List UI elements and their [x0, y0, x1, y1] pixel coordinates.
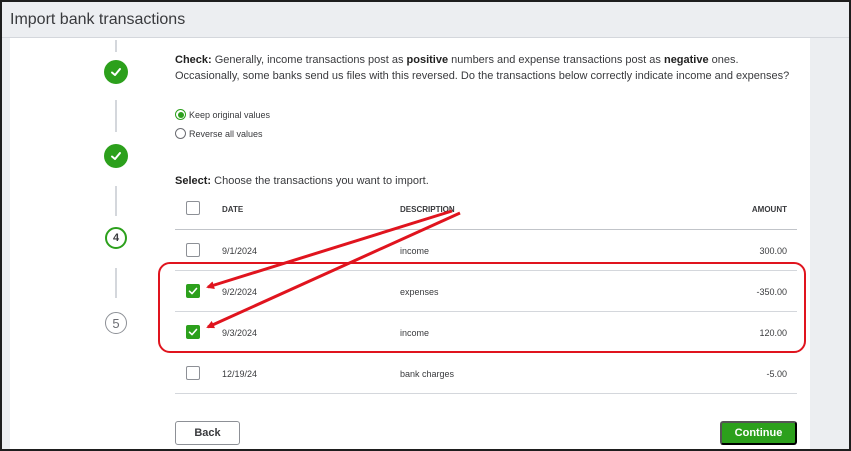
stepper-line [115, 40, 117, 52]
column-header-date: DATE [222, 205, 244, 214]
negative-word: negative [663, 54, 709, 66]
radio-reverse-values[interactable]: Reverse all values [175, 128, 263, 139]
stepper-line [115, 100, 117, 132]
radio-label: Reverse all values [189, 128, 263, 139]
column-header-amount: AMOUNT [751, 205, 787, 214]
left-margin [2, 38, 10, 449]
radio-label: Keep original values [189, 109, 271, 120]
back-button[interactable]: Back [175, 421, 240, 445]
row-amount: -5.00 [766, 369, 787, 379]
check-text-1: Generally, income transactions post as [211, 54, 407, 66]
step-2-done [104, 144, 128, 168]
row-date: 9/1/2024 [222, 246, 258, 256]
step-1-done [104, 60, 128, 84]
row-checkbox[interactable] [186, 366, 200, 380]
stepper-line [115, 268, 117, 298]
check-icon [111, 68, 121, 76]
continue-button[interactable]: Continue [720, 421, 797, 445]
column-header-description: DESCRIPTION [400, 205, 455, 214]
radio-button-selected[interactable] [175, 109, 186, 120]
dialog-header: Import bank transactions [2, 2, 849, 38]
select-instructions: Select: Choose the transactions you want… [175, 175, 429, 187]
table-row: 12/19/24 bank charges -5.00 [175, 353, 797, 394]
select-text: Choose the transactions you want to impo… [211, 175, 429, 187]
page-title: Import bank transactions [10, 11, 186, 28]
step-5-todo: 5 [105, 312, 127, 334]
check-instructions: Check: Generally, income transactions po… [175, 52, 795, 84]
check-lead: Check: [175, 54, 212, 66]
annotation-highlight-box [158, 262, 806, 353]
row-date: 12/19/24 [222, 369, 258, 379]
row-description: bank charges [400, 369, 455, 379]
row-amount: 300.00 [759, 246, 787, 256]
check-text-2: numbers and expense transactions post as [448, 54, 664, 66]
stepper-line [115, 186, 117, 216]
select-lead: Select: [175, 175, 212, 187]
positive-word: positive [406, 54, 449, 66]
select-all-checkbox[interactable] [186, 201, 200, 215]
row-description: income [400, 246, 430, 256]
right-margin [810, 38, 849, 449]
radio-button[interactable] [175, 128, 186, 139]
check-icon [111, 152, 121, 160]
radio-keep-original[interactable]: Keep original values [175, 109, 270, 120]
row-checkbox[interactable] [186, 243, 200, 257]
table-header-row: DATE DESCRIPTION AMOUNT [175, 190, 797, 230]
step-4-active: 4 [105, 227, 127, 249]
